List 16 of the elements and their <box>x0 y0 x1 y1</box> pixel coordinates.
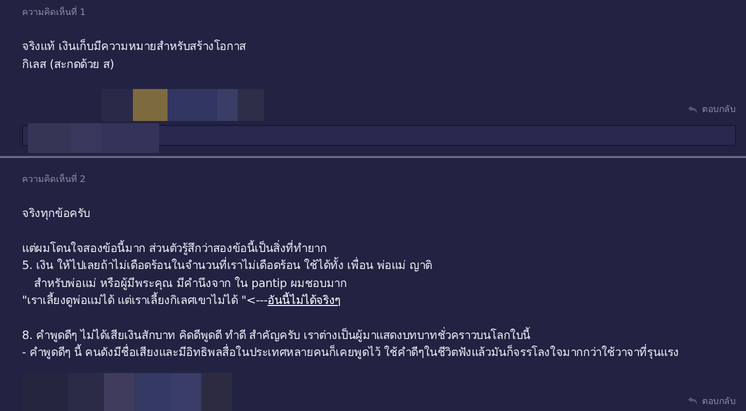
comment-number: ความคิดเห็นที่ 1 <box>22 6 736 20</box>
comment-text: กิเลส (สะกดด้วย ส) <box>22 56 114 72</box>
reply-icon <box>687 104 698 114</box>
reply-link[interactable]: ตอบกลับ <box>687 394 736 408</box>
comment-text: สำหรับพ่อแม่ หรือผู้มีพระคุณ มีคำนึงจาก ใน pantip ผมชอบมาก <box>34 274 347 292</box>
comment-text: "เราเลี้ยงดูพ่อแม่ได้ แต่เราเลี้ยงกิเลศเขาไม่ได้ "<--- <box>22 292 268 309</box>
text-link[interactable]: อันนี้ไม่ได้จริงๆ <box>268 293 340 307</box>
comment-text: จริงแท้ เงินเก็บมีความหมายสำหรับสร้างโอกาส <box>22 38 246 55</box>
comment-number: ความคิดเห็นที่ 2 <box>22 173 736 187</box>
comment-text: แต่ผมโดนใจสองข้อนี้มาก ส่วนตัวรู้สึกว่าสองข้อนี้เป็นสิ่งที่ทำยาก <box>22 240 327 257</box>
comment-text: - คำพูดดีๆ นี้ คนดังมีชื่อเสียงและมีอิทธิพลสื่อในประเทศหลายคนก็เคยพูดไว้ ใช้คำดีๆในชีวิตฟังแล้วมันก็จรรโลงใจมากกว่าใช้วาจาที่รุนแรง <box>22 344 679 361</box>
comment-text: 8. คำพูดดีๆ ไม่ได้เสียเงินสักบาท คิดดีพูดดี ทำดี สำคัญครับ เราต่างเป็นผู้มาแสดงบทบาทชั่วคราวบนโลกใบนี้ <box>22 326 531 344</box>
comment-text: 5. เงิน ให้ไปเลยถ้าไม่เดือดร้อนในจำนวนที่เราไม่เดือดร้อน ใช้ได้ทั้ง เพื่อน พ่อแม่ ญาติ <box>22 257 432 274</box>
reply-icon <box>687 396 698 405</box>
reply-link[interactable]: ตอบกลับ <box>687 102 736 116</box>
comment-text: จริงทุกข้อครับ <box>22 205 90 222</box>
